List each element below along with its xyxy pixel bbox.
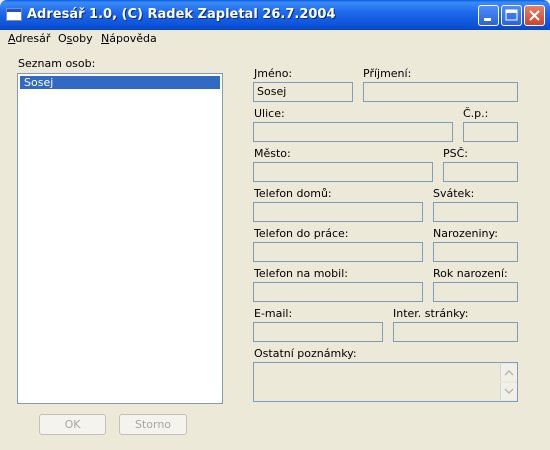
telefon-prace-label: Telefon do práce: (254, 227, 349, 240)
narozeniny-field[interactable] (433, 242, 518, 262)
rok-narozeni-label: Rok narození: (433, 267, 508, 280)
poznamky-label: Ostatní poznámky: (254, 347, 357, 360)
telefon-mobil-field[interactable] (253, 282, 423, 302)
storno-button[interactable]: Storno (119, 414, 187, 435)
ulice-label: Ulice: (254, 107, 285, 120)
poznamky-field[interactable] (253, 362, 518, 402)
psc-field[interactable] (443, 162, 518, 182)
ulice-field[interactable] (253, 122, 453, 142)
prijmeni-field[interactable] (363, 82, 518, 102)
mesto-label: Město: (254, 147, 291, 160)
stranky-field[interactable] (393, 322, 518, 342)
narozeniny-label: Narozeniny: (433, 227, 498, 240)
window-title: Adresář 1.0, (C) Radek Zapletal 26.7.200… (27, 7, 336, 22)
psc-label: PSČ: (443, 147, 469, 160)
minimize-icon (484, 18, 491, 21)
cp-field[interactable] (463, 122, 518, 142)
app-window-icon (6, 8, 22, 21)
stranky-label: Inter. stránky: (393, 307, 469, 320)
email-label: E-mail: (254, 307, 293, 320)
telefon-prace-field[interactable] (253, 242, 423, 262)
telefon-domu-label: Telefon domů: (254, 187, 332, 200)
cp-label: Č.p.: (463, 107, 489, 120)
menu-adresar[interactable]: Adresář (8, 32, 50, 45)
jmeno-label: Jméno: (254, 67, 293, 80)
scroll-up-button[interactable] (500, 364, 517, 381)
telefon-mobil-label: Telefon na mobil: (254, 267, 348, 280)
person-list-label: Seznam osob: (18, 57, 96, 70)
scroll-down-button[interactable] (500, 383, 517, 400)
prijmeni-label: Příjmení: (363, 67, 412, 80)
person-list[interactable]: Sosej (17, 73, 223, 404)
minimize-button[interactable] (478, 5, 499, 26)
email-field[interactable] (253, 322, 383, 342)
arrow-down-icon (504, 388, 514, 395)
close-button[interactable] (524, 5, 545, 26)
title-bar[interactable]: Adresář 1.0, (C) Radek Zapletal 26.7.200… (0, 0, 550, 30)
telefon-domu-field[interactable] (253, 202, 423, 222)
svatek-label: Svátek: (433, 187, 475, 200)
maximize-button[interactable] (501, 5, 522, 26)
list-item[interactable]: Sosej (20, 76, 220, 89)
menu-bar: Adresář Osoby Nápověda (0, 30, 550, 48)
menu-osoby[interactable]: Osoby (58, 32, 93, 45)
mesto-field[interactable] (253, 162, 433, 182)
menu-napoveda[interactable]: Nápověda (101, 32, 157, 45)
arrow-up-icon (504, 369, 514, 376)
ok-button[interactable]: OK (39, 414, 106, 435)
maximize-icon (505, 9, 518, 21)
rok-narozeni-field[interactable] (433, 282, 518, 302)
close-icon (529, 10, 540, 21)
jmeno-field[interactable]: Sosej (253, 82, 353, 102)
svatek-field[interactable] (433, 202, 518, 222)
